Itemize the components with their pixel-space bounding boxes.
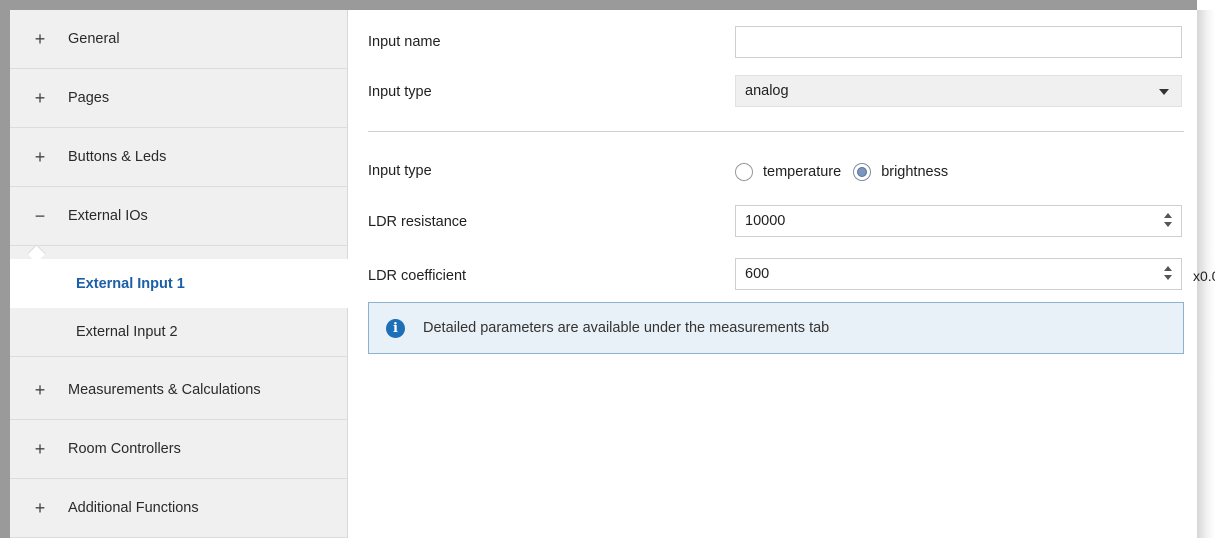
expand-icon: + bbox=[34, 29, 46, 49]
sidebar-subitem-external-input-2[interactable]: External Input 2 bbox=[10, 308, 347, 357]
ldr-resistance-label: LDR resistance bbox=[368, 214, 468, 230]
parameter-panel: Input name Input type analog Input type … bbox=[348, 10, 1215, 538]
sidebar-item-label: Buttons & Leds bbox=[68, 149, 167, 165]
ldr-resistance-value: 10000 bbox=[745, 213, 786, 229]
radio-brightness-label: brightness bbox=[881, 164, 949, 180]
ldr-coefficient-label: LDR coefficient bbox=[368, 268, 467, 284]
input-type-value: analog bbox=[745, 83, 789, 99]
spinner-arrows-icon[interactable] bbox=[1163, 265, 1173, 283]
info-icon: i bbox=[386, 318, 405, 338]
sidebar-subitem-label: External Input 1 bbox=[76, 275, 185, 292]
sidebar-item-general[interactable]: + General bbox=[10, 10, 347, 69]
sidebar-item-label: Measurements & Calculations bbox=[68, 382, 261, 398]
input-name-field[interactable] bbox=[735, 26, 1182, 58]
sidebar-item-buttons-leds[interactable]: + Buttons & Leds bbox=[10, 128, 347, 187]
spinner-arrows-icon[interactable] bbox=[1163, 212, 1173, 230]
input-type-select[interactable]: analog bbox=[735, 75, 1182, 107]
ldr-resistance-stepper[interactable]: 10000 bbox=[735, 205, 1182, 237]
info-text: Detailed parameters are available under … bbox=[423, 320, 830, 336]
sidebar-subitem-external-input-1[interactable]: External Input 1 bbox=[10, 259, 348, 308]
sidebar-item-external-ios[interactable]: − External IOs bbox=[10, 187, 347, 246]
sidebar-item-label: Additional Functions bbox=[68, 500, 199, 516]
sidebar-item-pages[interactable]: + Pages bbox=[10, 69, 347, 128]
sidebar-item-label: Room Controllers bbox=[68, 441, 181, 457]
info-banner: i Detailed parameters are available unde… bbox=[368, 302, 1184, 354]
expand-icon: + bbox=[34, 498, 46, 518]
input-name-label: Input name bbox=[368, 34, 441, 50]
ldr-coefficient-stepper[interactable]: 600 bbox=[735, 258, 1182, 290]
sidebar: + General + Pages + Buttons & Leds − Ext… bbox=[10, 10, 348, 538]
ldr-coefficient-unit: x0.01 bbox=[1193, 268, 1215, 284]
radio-brightness[interactable] bbox=[853, 163, 872, 181]
divider bbox=[368, 131, 1184, 132]
chevron-down-icon bbox=[1159, 89, 1169, 95]
sidebar-subitem-label: External Input 2 bbox=[76, 324, 178, 340]
sensor-type-radio-group: temperature brightness bbox=[735, 160, 960, 184]
expand-icon: + bbox=[34, 147, 46, 167]
sidebar-item-label: General bbox=[68, 31, 120, 47]
sidebar-item-additional-functions[interactable]: + Additional Functions bbox=[10, 479, 347, 538]
sidebar-item-measurements[interactable]: + Measurements & Calculations bbox=[10, 361, 347, 420]
collapse-icon: − bbox=[34, 206, 46, 226]
sidebar-item-room-controllers[interactable]: + Room Controllers bbox=[10, 420, 347, 479]
expand-icon: + bbox=[34, 380, 46, 400]
input-type-label: Input type bbox=[368, 84, 432, 100]
sidebar-item-label: Pages bbox=[68, 90, 110, 106]
radio-temperature-label: temperature bbox=[763, 164, 842, 180]
ldr-coefficient-value: 600 bbox=[745, 266, 770, 282]
sensor-type-label: Input type bbox=[368, 163, 432, 179]
radio-temperature[interactable] bbox=[735, 163, 753, 181]
expand-icon: + bbox=[34, 88, 46, 108]
expand-icon: + bbox=[34, 439, 46, 459]
sidebar-item-label: External IOs bbox=[68, 208, 148, 224]
